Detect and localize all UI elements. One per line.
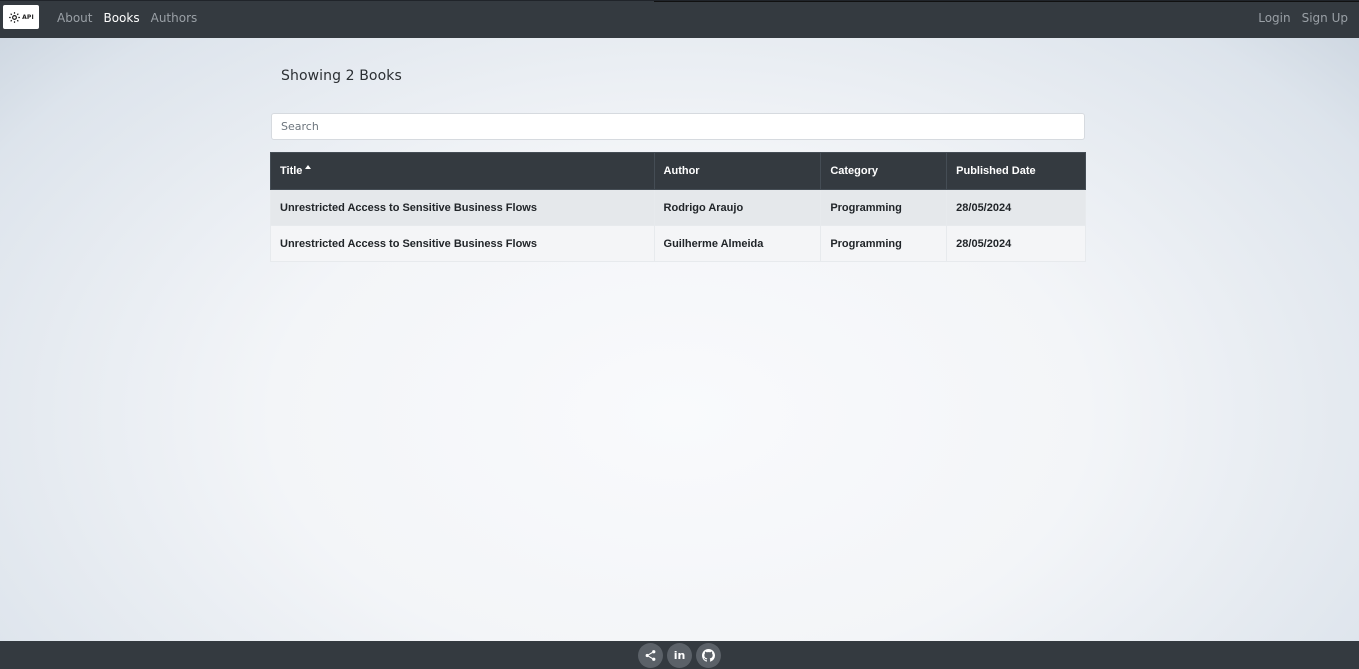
cell-published-date: 28/05/2024: [946, 189, 1086, 226]
cell-category: Programming: [820, 189, 948, 226]
github-button[interactable]: [696, 642, 721, 668]
column-header-published-date[interactable]: Published Date: [946, 152, 1086, 190]
navbar-top-border: [654, 1, 1359, 2]
sort-ascending-icon: [305, 165, 312, 169]
column-header-title[interactable]: Title: [270, 152, 655, 190]
footer: in: [0, 641, 1359, 669]
cell-title: Unrestricted Access to Sensitive Busines…: [270, 189, 655, 226]
share-icon: [645, 649, 656, 661]
cell-title: Unrestricted Access to Sensitive Busines…: [270, 225, 655, 262]
column-header-author[interactable]: Author: [653, 152, 822, 190]
nav-about-link[interactable]: About: [57, 11, 92, 25]
linkedin-button[interactable]: in: [667, 642, 692, 668]
column-header-category[interactable]: Category: [820, 152, 948, 190]
table-row[interactable]: Unrestricted Access to Sensitive Busines…: [270, 225, 1086, 262]
cell-author: Rodrigo Araujo: [653, 189, 822, 226]
top-navbar: API About Books Authors Login Sign Up: [0, 0, 1359, 38]
search-input[interactable]: [271, 113, 1085, 140]
table-header-row: Title Author Category Published Date: [270, 152, 1086, 190]
brand-text: API: [22, 13, 34, 21]
page-title: Showing 2 Books: [281, 68, 402, 84]
share-button[interactable]: [638, 642, 663, 668]
auth-nav: Login Sign Up: [1258, 1, 1348, 35]
nav-books-link[interactable]: Books: [103, 11, 139, 25]
signup-link[interactable]: Sign Up: [1302, 11, 1348, 25]
github-icon: [702, 648, 715, 662]
nav-authors-link[interactable]: Authors: [151, 11, 198, 25]
main-nav: About Books Authors: [57, 1, 197, 35]
linkedin-icon: in: [673, 648, 686, 662]
cell-published-date: 28/05/2024: [946, 225, 1086, 262]
table-row[interactable]: Unrestricted Access to Sensitive Busines…: [270, 189, 1086, 226]
cell-category: Programming: [820, 225, 948, 262]
column-header-title-label: Title: [280, 165, 303, 177]
gear-icon: [9, 11, 20, 23]
login-link[interactable]: Login: [1258, 11, 1290, 25]
brand-logo[interactable]: API: [3, 5, 39, 29]
cell-author: Guilherme Almeida: [653, 225, 822, 262]
books-table: Title Author Category Published Date Unr…: [270, 152, 1086, 262]
